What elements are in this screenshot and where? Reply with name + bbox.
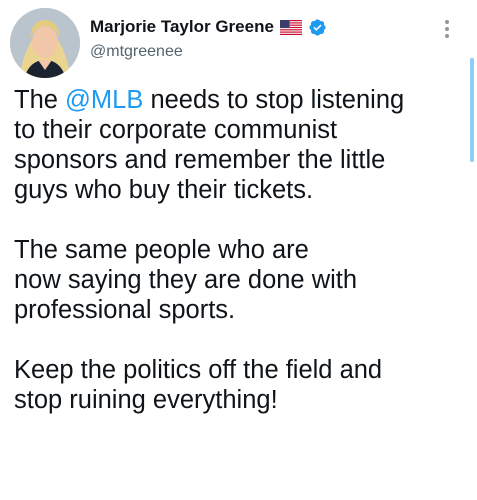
mention-link[interactable]: @MLB (65, 86, 143, 114)
text-line: Keep the politics off the field and (14, 356, 383, 384)
tweet-paragraph-2: The same people who are now saying they … (14, 235, 466, 325)
text-run: The (14, 86, 66, 114)
text-line: needs to stop listening (143, 86, 405, 114)
tweet-paragraph-1: The @MLB needs to stop listening to thei… (14, 85, 466, 205)
text-line: guys who buy their tickets. (14, 176, 314, 204)
name-row: Marjorie Taylor Greene (90, 17, 327, 37)
vertical-dots-icon (445, 20, 449, 38)
text-line: professional sports. (14, 296, 236, 324)
us-flag-icon (279, 19, 302, 35)
text-line: The same people who are (14, 236, 309, 264)
scrollbar[interactable] (470, 58, 474, 162)
text-line: stop ruining everything! (14, 386, 278, 414)
user-handle[interactable]: @mtgreenee (90, 43, 183, 61)
text-line: now saying they are done with (14, 266, 358, 294)
display-name[interactable]: Marjorie Taylor Greene (90, 17, 274, 37)
text-line: to their corporate communist (14, 116, 338, 144)
more-options-button[interactable] (434, 16, 460, 42)
text-line: sponsors and remember the little (14, 146, 386, 174)
tweet-text: The @MLB needs to stop listening to thei… (14, 85, 466, 415)
avatar[interactable] (10, 8, 80, 78)
tweet-paragraph-3: Keep the politics off the field and stop… (14, 355, 466, 415)
verified-badge-icon (308, 18, 327, 37)
tweet-card: Marjorie Taylor Greene @mtgreenee The @M… (0, 0, 477, 500)
